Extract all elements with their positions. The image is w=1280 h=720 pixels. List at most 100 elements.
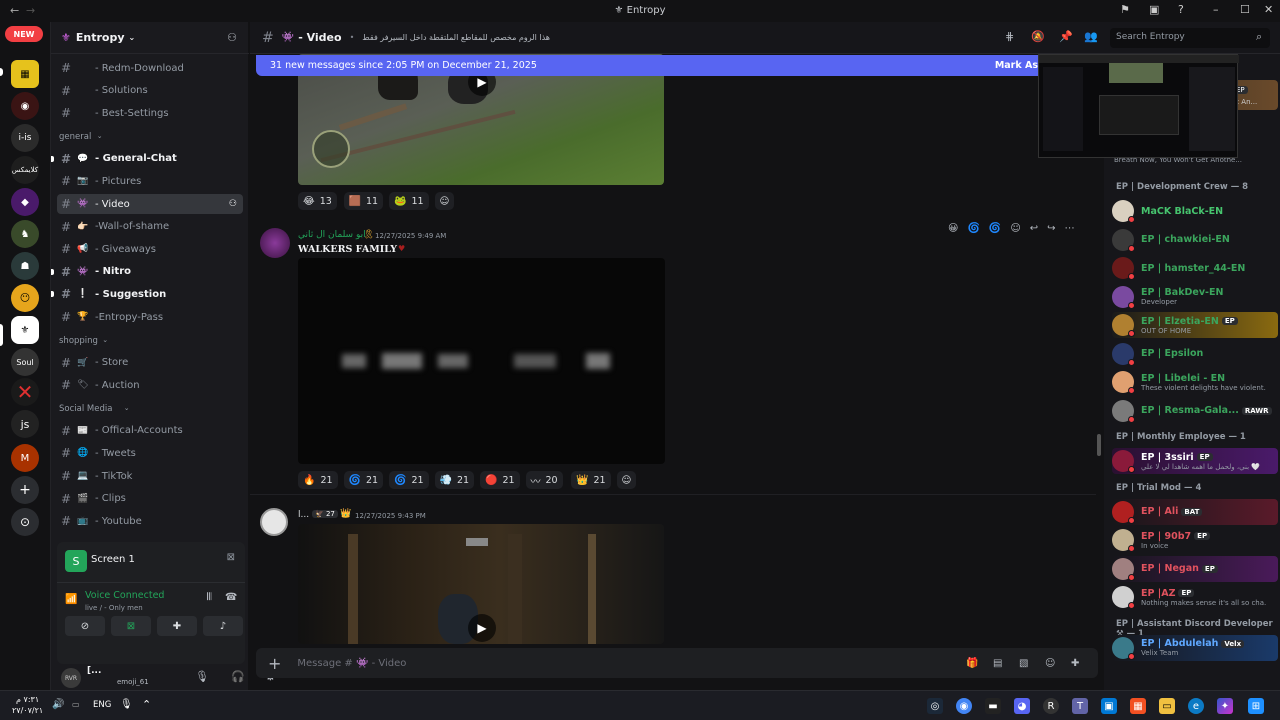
channel-item[interactable]: # 🎬 - Clips	[57, 489, 243, 509]
server-icon-7[interactable]: ☗	[11, 252, 39, 280]
server-icon-1[interactable]: ▦	[11, 60, 39, 88]
channel-item[interactable]: # 👾 - Nitro	[51, 262, 243, 282]
inbox-icon[interactable]: ⚑	[1120, 3, 1130, 16]
channel-category[interactable]: Social Media	[59, 404, 112, 414]
channel-item[interactable]: # 💬 - General-Chat	[51, 149, 243, 169]
play-icon[interactable]: ▶	[468, 614, 496, 642]
channel-item[interactable]: # - Redm-Download	[57, 58, 243, 78]
language-indicator[interactable]: ENG	[93, 700, 111, 710]
add-reaction-icon[interactable]: ☺	[1010, 223, 1020, 234]
chevron-up-icon[interactable]: ⌃	[142, 698, 151, 711]
guild-header[interactable]: ⚜ Entropy ⌄ ⚇	[51, 22, 249, 54]
reaction-chip[interactable]: 💨 21	[434, 471, 475, 489]
server-icon-4[interactable]: كلايمكس	[11, 156, 39, 184]
avatar[interactable]	[260, 228, 290, 258]
wifi-icon[interactable]: ▭	[72, 700, 80, 709]
server-icon-5[interactable]: ◆	[11, 188, 39, 216]
teams-icon[interactable]: T	[1072, 698, 1088, 714]
invite-member-icon[interactable]: ⚇	[229, 199, 237, 209]
member-list-icon[interactable]: 👥	[1084, 30, 1098, 43]
pin-icon[interactable]: 📌	[1059, 30, 1073, 43]
headset-icon[interactable]: 🎧	[231, 670, 245, 683]
emoji-react-icon[interactable]: 🌀	[967, 223, 979, 234]
noise-suppression-icon[interactable]: 𝄃𝄃	[207, 592, 211, 603]
channel-item[interactable]: # 👉🏻 -Wall-of-shame	[57, 217, 243, 237]
member-item[interactable]: MaCK BlaCk-EN	[1112, 198, 1278, 224]
avatar[interactable]	[260, 508, 288, 536]
discord-icon[interactable]: ◕	[1014, 698, 1030, 714]
windows-start-icon[interactable]: ⊞	[1248, 698, 1264, 714]
emoji-icon[interactable]: ☺	[1045, 658, 1055, 669]
discover-icon[interactable]: ⊙	[11, 508, 39, 536]
server-icon-iis[interactable]: i-is	[11, 124, 39, 152]
channel-item[interactable]: # - Solutions	[57, 81, 243, 101]
reaction-chip[interactable]: 🟫 11	[343, 192, 384, 210]
channel-item[interactable]: # - Best-Settings	[57, 103, 243, 123]
reaction-chip[interactable]: 〰 20	[525, 471, 563, 489]
channel-category[interactable]: general	[59, 132, 91, 142]
video-attachment[interactable]: ▶	[298, 524, 664, 644]
channel-item[interactable]: # 💻 - TikTok	[57, 466, 243, 486]
server-icon-soul[interactable]: Soul	[11, 348, 39, 376]
copilot-icon[interactable]: ✦	[1217, 698, 1233, 714]
member-item[interactable]: EP | Abdulelah Velx Velix Team	[1112, 634, 1278, 661]
close-button[interactable]: ✕	[1264, 3, 1273, 16]
screen-share-icon[interactable]: ▣	[1149, 3, 1159, 16]
reaction-chip[interactable]: 🔥 21	[298, 471, 338, 489]
clock[interactable]: ٧:٣١ م ٢٧/٠٧/٢١	[12, 694, 43, 716]
search-input[interactable]: Search Entropy	[1110, 28, 1270, 48]
channel-item[interactable]: # 🌐 - Tweets	[57, 443, 243, 463]
new-messages-banner[interactable]: 31 new messages since 2:05 PM on Decembe…	[256, 55, 1086, 76]
channel-item[interactable]: # 📢 - Giveaways	[57, 239, 243, 259]
video-attachment[interactable]	[298, 258, 665, 464]
mic-icon[interactable]: 🎙	[195, 670, 209, 683]
reaction-chip[interactable]: 😂 13	[298, 192, 337, 210]
minimize-button[interactable]: –	[1213, 3, 1219, 16]
server-icon-6[interactable]: ♞	[11, 220, 39, 248]
file-explorer-icon[interactable]: ▭	[1159, 698, 1175, 714]
member-item[interactable]: EP |AZ EP Nothing makes sense it's all so …	[1112, 584, 1278, 610]
screen-share-button[interactable]: ⊠	[111, 616, 151, 636]
channel-item[interactable]: # 🛒 - Store	[57, 353, 243, 373]
mute-icon[interactable]: 🔕	[1031, 30, 1045, 43]
threads-icon[interactable]: ⋕	[1005, 30, 1014, 43]
rockstar-icon[interactable]: R	[1043, 698, 1059, 714]
invite-icon[interactable]: ⚇	[227, 31, 237, 44]
channel-topic[interactable]: هذا الروم مخصص للمقاطع الملتقطة داخل الس…	[362, 33, 550, 42]
sticker-icon[interactable]: ▧	[1019, 658, 1028, 669]
gif-icon[interactable]: ▤	[993, 658, 1002, 669]
apps-icon[interactable]: ✚	[1071, 658, 1079, 669]
soundboard-button[interactable]: ♪	[203, 616, 243, 636]
member-item[interactable]: EP | chawkiei-EN	[1112, 227, 1278, 253]
member-item[interactable]: EP | Ali BAT	[1112, 498, 1278, 525]
voice-location[interactable]: live / - Only men	[85, 604, 143, 612]
message-input[interactable]: Message # 👾 - Video	[297, 658, 406, 669]
camera-off-button[interactable]: ⊘	[65, 616, 105, 636]
channel-item[interactable]: # 🏆 -Entropy-Pass	[57, 307, 243, 327]
member-item[interactable]: EP | Epsilon	[1112, 341, 1278, 367]
reaction-chip[interactable]: 🔴 21	[480, 471, 520, 489]
add-server-icon[interactable]: +	[11, 476, 39, 504]
reaction-chip[interactable]: 👑 21	[571, 471, 611, 489]
disconnect-icon[interactable]: ☎	[225, 592, 237, 603]
server-icon-js[interactable]: js	[11, 410, 39, 438]
forward-icon[interactable]: ↪	[1047, 223, 1055, 234]
channel-item[interactable]: # 📷 - Pictures	[57, 171, 243, 191]
message-author[interactable]: ابو سلمان ال ثاني	[298, 230, 366, 240]
edge-icon[interactable]: e	[1188, 698, 1204, 714]
maximize-button[interactable]: ☐	[1240, 3, 1250, 16]
channel-item[interactable]: # ❕ - Suggestion	[51, 284, 243, 304]
store-icon[interactable]: ▣	[1101, 698, 1117, 714]
avatar[interactable]: RVR	[61, 668, 81, 688]
close-stream-icon[interactable]: ⊠	[227, 552, 235, 563]
steam-icon[interactable]: ◎	[927, 698, 943, 714]
office-icon[interactable]: ▦	[1130, 698, 1146, 714]
channel-item[interactable]: # 🏷 - Auction	[57, 375, 243, 395]
react-icon[interactable]: 😀	[948, 223, 958, 234]
activities-button[interactable]: ✚	[157, 616, 197, 636]
member-item[interactable]: EP | Negan EP	[1112, 555, 1278, 582]
help-icon[interactable]: ?	[1178, 3, 1184, 16]
reply-icon[interactable]: ↩	[1030, 223, 1038, 234]
app-icon[interactable]: ▬	[985, 698, 1001, 714]
new-badge[interactable]: NEW	[5, 26, 43, 42]
